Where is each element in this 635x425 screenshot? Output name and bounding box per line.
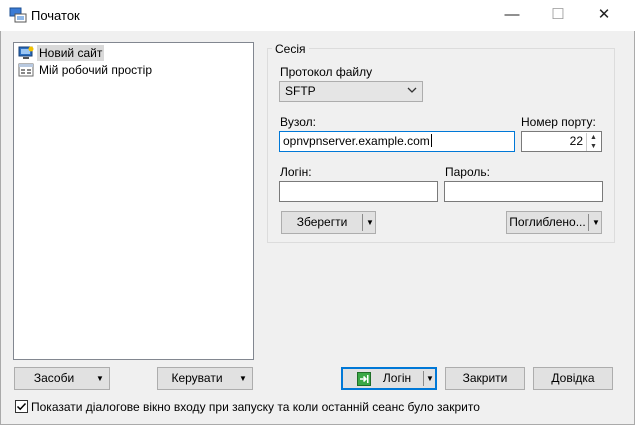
site-tree[interactable]: Новий сайт Мій робочий простір [13,42,254,360]
host-label: Вузол: [280,115,316,129]
chevron-down-icon[interactable]: ▼ [423,369,437,388]
maximize-button[interactable]: ☐ [535,0,581,31]
advanced-button-label: Поглиблено... [509,215,586,229]
help-button[interactable]: Довідка [533,367,613,390]
new-site-icon [18,46,34,60]
close-button[interactable]: Закрити [445,367,525,390]
port-spinner[interactable]: ▲ ▼ [586,133,600,151]
spin-down-icon[interactable]: ▼ [587,142,600,151]
chevron-down-icon[interactable]: ▼ [363,212,377,233]
show-on-startup-label[interactable]: Показати діалогове вікно входу при запус… [31,400,480,414]
chevron-down-icon[interactable]: ▼ [589,212,603,233]
window-title: Початок [31,8,80,23]
chevron-down-icon: ▼ [239,374,247,383]
manage-button[interactable]: Керувати ▼ [157,367,253,390]
host-value: opnvpnserver.example.com [283,134,430,148]
protocol-label: Протокол файлу [280,65,373,79]
app-icon [9,6,27,24]
port-input[interactable]: 22 ▲ ▼ [521,131,602,152]
chevron-down-icon [407,87,417,93]
protocol-select[interactable]: SFTP [279,81,423,102]
host-input[interactable]: opnvpnserver.example.com [279,131,515,152]
save-button[interactable]: Зберегти ▼ [281,211,376,234]
login-button-label: Логін [382,371,412,385]
advanced-button[interactable]: Поглиблено... ▼ [506,211,602,234]
show-on-startup-checkbox[interactable] [15,400,28,413]
text-caret [430,134,432,147]
site-item-new-site[interactable]: Новий сайт [17,45,247,61]
spin-up-icon[interactable]: ▲ [587,133,600,142]
site-item-label: Новий сайт [37,45,105,61]
site-item-label: Мій робочий простір [39,63,153,77]
session-group-label: Сесія [272,42,309,56]
port-label: Номер порту: [521,115,596,129]
minimize-button[interactable]: — [489,0,535,31]
manage-button-label: Керувати [171,371,223,385]
password-input[interactable] [444,181,603,202]
protocol-value: SFTP [285,84,316,98]
port-value: 22 [569,134,583,148]
chevron-down-icon: ▼ [96,374,104,383]
login-input[interactable] [279,181,438,202]
password-label: Пароль: [445,165,490,179]
checkmark-icon [16,402,27,411]
tools-button[interactable]: Засоби ▼ [14,367,110,390]
login-icon [357,372,371,386]
login-button[interactable]: Логін ▼ [341,367,437,390]
site-item-workspace[interactable]: Мій робочий простір [17,62,247,78]
workspace-icon [18,63,34,77]
login-label: Логін: [280,165,312,179]
tools-button-label: Засоби [33,371,75,385]
close-window-button[interactable]: ✕ [581,0,627,31]
save-button-label: Зберегти [296,215,348,229]
